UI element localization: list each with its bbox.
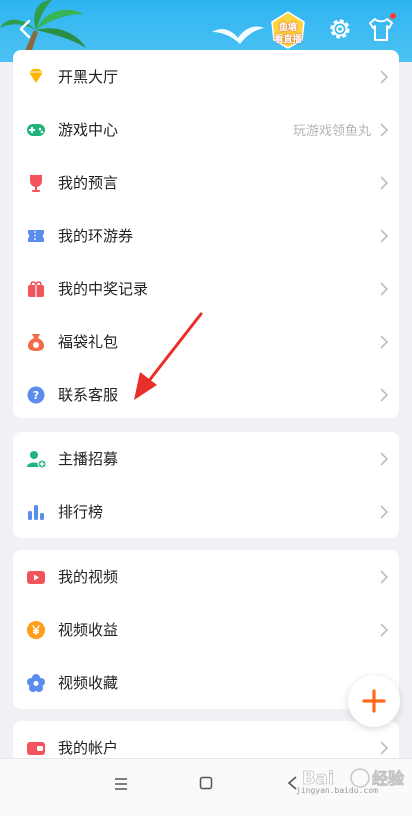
menu-label: 福袋礼包 <box>58 333 119 351</box>
menu-item-video-earnings[interactable]: 视频收益 <box>13 603 399 656</box>
menu-label: 主播招募 <box>58 450 119 468</box>
gift-box-icon <box>25 278 47 300</box>
menu-label: 排行榜 <box>58 503 104 521</box>
yen-coin-icon <box>25 619 47 641</box>
baidu-watermark-logo: Bai 经验 <box>302 768 406 790</box>
plus-icon <box>362 689 386 713</box>
seagull-decoration <box>212 26 264 44</box>
menu-card-1: 开黑大厅 游戏中心 玩游戏领鱼丸 我的预言 我的环游券 我的中奖记录 福袋礼包 … <box>13 50 399 418</box>
chevron-right-icon <box>380 335 388 349</box>
menu-label: 我的帐户 <box>58 739 119 757</box>
menu-label: 游戏中心 <box>58 121 119 139</box>
menu-item-tour-ticket[interactable]: 我的环游券 <box>13 209 399 262</box>
chevron-right-icon <box>380 70 388 84</box>
menu-item-prize-records[interactable]: 我的中奖记录 <box>13 262 399 315</box>
trophy-icon <box>25 172 47 194</box>
square-home-icon[interactable] <box>199 776 213 790</box>
flower-icon <box>25 672 47 694</box>
menu-lines-icon[interactable] <box>114 777 128 791</box>
help-icon: ? <box>25 384 47 406</box>
chevron-right-icon <box>380 623 388 637</box>
bar-chart-icon <box>25 501 47 523</box>
menu-label: 我的环游券 <box>58 227 134 245</box>
ticket-icon <box>25 225 47 247</box>
diamond-icon <box>25 66 47 88</box>
lucky-bag-icon <box>25 331 47 353</box>
live-badge[interactable]: 鱼塘 看直播 <box>268 10 308 50</box>
chevron-right-icon <box>380 388 388 402</box>
add-fab-button[interactable] <box>348 675 400 727</box>
settings-button[interactable] <box>326 15 354 43</box>
menu-card-2: 主播招募 排行榜 <box>13 432 399 538</box>
badge-line2: 看直播 <box>274 35 302 45</box>
chevron-right-icon <box>380 229 388 243</box>
menu-card-3: 我的视频 视频收益 视频收藏 <box>13 550 399 709</box>
svg-text:?: ? <box>33 389 39 402</box>
back-button[interactable] <box>12 14 38 44</box>
watermark-url: jingyan.baidu.com <box>296 786 378 795</box>
menu-item-video-favorites[interactable]: 视频收藏 <box>13 656 399 709</box>
menu-item-ranking[interactable]: 排行榜 <box>13 485 399 538</box>
chevron-right-icon <box>380 123 388 137</box>
menu-label: 我的中奖记录 <box>58 280 149 298</box>
menu-item-my-videos[interactable]: 我的视频 <box>13 550 399 603</box>
menu-label: 开黑大厅 <box>58 68 119 86</box>
chevron-right-icon <box>380 570 388 584</box>
menu-hint: 玩游戏领鱼丸 <box>292 124 371 139</box>
wallet-icon <box>25 737 47 759</box>
menu-label: 联系客服 <box>58 386 119 404</box>
menu-label: 我的预言 <box>58 174 119 192</box>
chevron-right-icon <box>380 505 388 519</box>
menu-item-customer-service[interactable]: ? 联系客服 <box>13 368 399 418</box>
chevron-right-icon <box>380 741 388 755</box>
gamepad-icon <box>25 119 47 141</box>
chevron-left-icon <box>19 19 31 39</box>
menu-item-game-center[interactable]: 游戏中心 玩游戏领鱼丸 <box>13 103 399 156</box>
notification-dot <box>390 13 396 19</box>
menu-item-kaihei[interactable]: 开黑大厅 <box>13 50 399 103</box>
chevron-right-icon <box>380 452 388 466</box>
menu-item-streamer-recruit[interactable]: 主播招募 <box>13 432 399 485</box>
chevron-right-icon <box>380 282 388 296</box>
menu-label: 视频收藏 <box>58 674 119 692</box>
menu-item-lucky-bag[interactable]: 福袋礼包 <box>13 315 399 368</box>
menu-item-prophecy[interactable]: 我的预言 <box>13 156 399 209</box>
menu-label: 视频收益 <box>58 621 119 639</box>
add-person-icon <box>25 448 47 470</box>
video-icon <box>25 566 47 588</box>
menu-label: 我的视频 <box>58 568 119 586</box>
gear-icon <box>330 19 350 39</box>
chevron-right-icon <box>380 176 388 190</box>
